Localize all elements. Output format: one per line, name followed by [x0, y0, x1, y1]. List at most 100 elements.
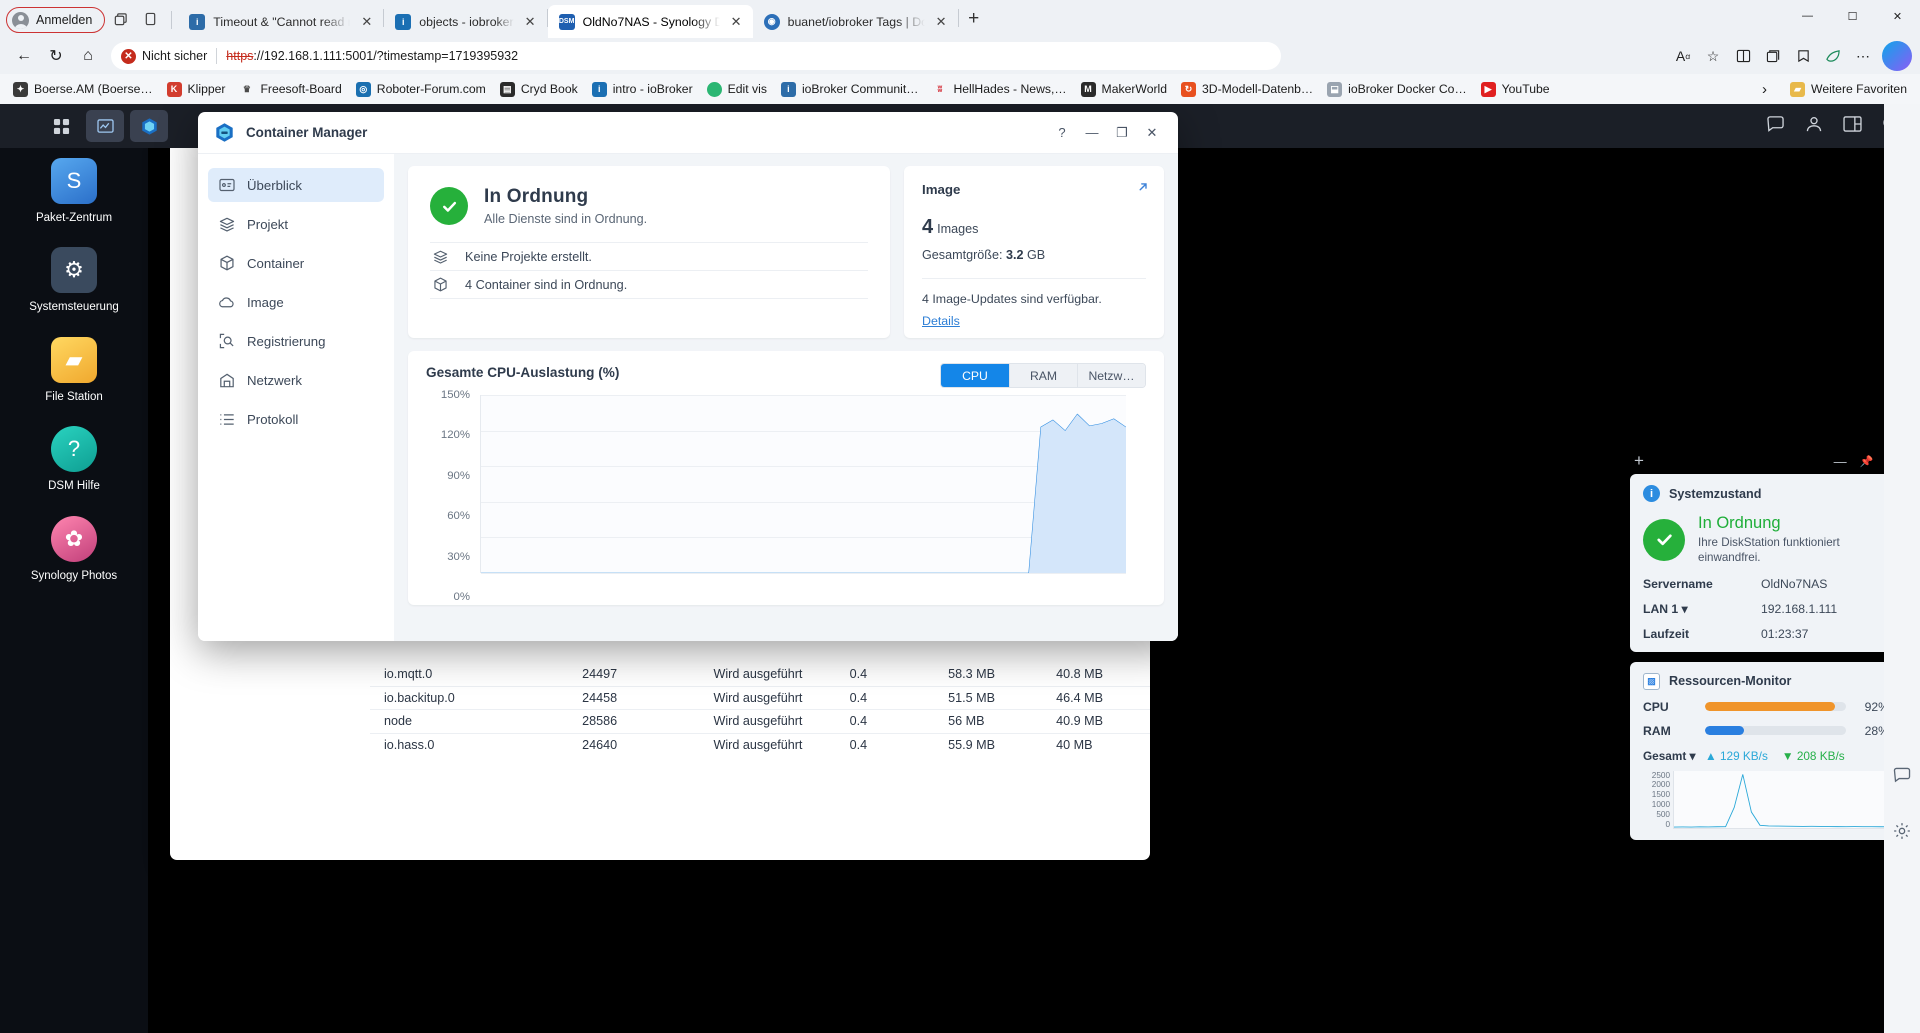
table-row[interactable]: io.backitup.0 24458 Wird ausgeführt 0.4 …	[370, 685, 1150, 710]
sidebar-item-protokoll[interactable]: Protokoll	[208, 402, 384, 436]
user-account-icon[interactable]	[1805, 115, 1823, 138]
favorites-icon[interactable]	[1788, 41, 1818, 71]
resource-monitor-widget: ▨ Ressourcen-Monitor CPU 92% RAM 28% Ges…	[1630, 661, 1902, 840]
bookmark-10[interactable]: ↻ 3D-Modell-Datenb…	[1174, 79, 1320, 100]
folder-icon: ▰	[1790, 81, 1806, 97]
taskbar-right-group	[1766, 104, 1900, 148]
container-manager-titlebar[interactable]: Container Manager ? — ❐ ✕	[198, 112, 1178, 154]
network-row: Gesamt ▾ ▲ 129 KB/s ▼ 208 KB/s	[1643, 749, 1889, 763]
network-total-label[interactable]: Gesamt ▾	[1643, 749, 1705, 763]
cell-name: node	[384, 714, 413, 729]
sidebar-item-projekt[interactable]: Projekt	[208, 207, 384, 241]
split-screen-icon[interactable]	[1728, 41, 1758, 71]
settings-gear-icon[interactable]	[1891, 820, 1913, 842]
copilot-icon[interactable]	[1882, 41, 1912, 71]
sign-in-button[interactable]: Anmelden	[6, 7, 106, 33]
bookmark-4[interactable]: ▤ Cryd Book	[493, 79, 585, 100]
cpu-progress-bar	[1705, 702, 1846, 712]
window-maximize-button[interactable]: ☐	[1830, 0, 1875, 32]
tab-title: OldNo7NAS - Synology DiskStati	[582, 14, 720, 29]
widgets-icon[interactable]	[1843, 115, 1862, 137]
bookmark-7[interactable]: i ioBroker Communit…	[774, 79, 926, 100]
desktop-icon-systemsteuerung[interactable]: ⚙ Systemsteuerung	[0, 247, 148, 314]
desktop-icon-paket-zentrum[interactable]: S Paket-Zentrum	[0, 158, 148, 225]
app-grid-icon[interactable]	[42, 110, 80, 142]
desktop-icon-synology-photos[interactable]: ✿ Synology Photos	[0, 515, 148, 583]
collections-icon[interactable]	[1758, 41, 1788, 71]
read-aloud-icon[interactable]: Aꭤ	[1668, 41, 1698, 71]
bookmark-2[interactable]: ♛ Freesoft-Board	[232, 79, 348, 100]
favorite-star-icon[interactable]: ☆	[1698, 41, 1728, 71]
taskbar-item-container-manager[interactable]	[130, 110, 168, 142]
help-button[interactable]: ?	[1048, 119, 1076, 147]
tab-cpu[interactable]: CPU	[941, 364, 1009, 387]
cell-mem1: 58.3 MB	[948, 666, 996, 681]
field-lan1[interactable]: LAN 1 ▾ 192.168.1.111	[1643, 602, 1889, 616]
bookmark-9[interactable]: M MakerWorld	[1074, 79, 1174, 100]
window-minimize-button[interactable]: —	[1785, 0, 1830, 32]
bookmark-0[interactable]: ✦ Boerse.AM (Boerse…	[6, 79, 160, 100]
browser-essentials-icon[interactable]	[1818, 41, 1848, 71]
desktop-icon-file-station[interactable]: ▰ File Station	[0, 336, 148, 404]
bookmark-3[interactable]: ◎ Roboter-Forum.com	[349, 79, 493, 100]
cell-mem1: 56 MB	[948, 714, 985, 729]
back-button[interactable]: ←	[8, 41, 40, 71]
minimize-button[interactable]: —	[1078, 119, 1106, 147]
table-row[interactable]: io.mqtt.0 24497 Wird ausgeführt 0.4 58.3…	[370, 662, 1150, 686]
bookmark-label: 3D-Modell-Datenb…	[1202, 82, 1314, 96]
sidebar-item-image[interactable]: Image	[208, 285, 384, 319]
address-bar[interactable]: ✕ Nicht sicher https://192.168.1.111:500…	[111, 42, 1281, 70]
close-icon[interactable]: ✕	[728, 13, 745, 30]
sidebar-item-container[interactable]: Container	[208, 246, 384, 280]
thingiverse-icon: ↻	[1181, 81, 1197, 97]
bookmark-8[interactable]: ʬ HellHades - News,…	[925, 79, 1073, 100]
browser-tab-3[interactable]: ◉ buanet/iobroker Tags | Docker H ✕	[753, 5, 958, 38]
container-manager-title: Container Manager	[246, 125, 368, 140]
vertical-tabs-icon[interactable]	[135, 5, 165, 33]
table-row[interactable]: node 28586 Wird ausgeführt 0.4 56 MB 40.…	[370, 709, 1150, 733]
taskbar-item-resource-monitor[interactable]	[86, 110, 124, 142]
close-icon[interactable]: ✕	[933, 13, 950, 30]
sidebar-item-label: Registrierung	[247, 333, 326, 349]
new-tab-button[interactable]: +	[959, 4, 989, 34]
other-favorites-folder[interactable]: ▰ Weitere Favoriten	[1783, 79, 1914, 100]
sidebar-item-registrierung[interactable]: Registrierung	[208, 324, 384, 358]
close-icon[interactable]: ✕	[522, 13, 539, 30]
add-widget-button[interactable]: +	[1634, 451, 1644, 471]
chat-widget-icon[interactable]	[1891, 764, 1913, 786]
notifications-icon[interactable]	[1766, 115, 1785, 137]
container-manager-window[interactable]: Container Manager ? — ❐ ✕ Überblick Proj…	[198, 112, 1178, 641]
tab-ram[interactable]: RAM	[1009, 364, 1077, 387]
browser-tab-1[interactable]: i objects - iobroker ✕	[384, 5, 546, 38]
sidebar-item-netzwerk[interactable]: Netzwerk	[208, 363, 384, 397]
window-close-button[interactable]: ✕	[1875, 0, 1920, 32]
desktop-icon-dsm-hilfe[interactable]: ? DSM Hilfe	[0, 426, 148, 493]
security-indicator[interactable]: ✕ Nicht sicher	[121, 48, 207, 64]
bookmark-1[interactable]: K Klipper	[160, 79, 233, 100]
bookmark-12[interactable]: ▶ YouTube	[1474, 79, 1557, 100]
bookmark-11[interactable]: ⬓ ioBroker Docker Co…	[1320, 79, 1474, 100]
mini-y-tick: 1500	[1651, 790, 1670, 800]
table-row[interactable]: io.hass.0 24640 Wird ausgeführt 0.4 55.9…	[370, 732, 1150, 757]
browser-tab-2[interactable]: DSM OldNo7NAS - Synology DiskStati ✕	[547, 5, 753, 38]
bookmark-6[interactable]: Edit vis	[700, 79, 774, 100]
bookmarks-overflow-button[interactable]: ›	[1754, 81, 1775, 98]
widget-pin-button[interactable]: 📌	[1860, 455, 1874, 468]
settings-more-icon[interactable]: ⋯	[1848, 41, 1878, 71]
close-button[interactable]: ✕	[1138, 119, 1166, 147]
image-count: 4	[922, 216, 934, 238]
tab-actions-icon[interactable]	[105, 5, 135, 33]
reload-button[interactable]: ↻	[40, 41, 72, 71]
sidebar-item-uberblick[interactable]: Überblick	[208, 168, 384, 202]
open-external-icon[interactable]	[1136, 180, 1150, 197]
maximize-button[interactable]: ❐	[1108, 119, 1136, 147]
close-icon[interactable]: ✕	[358, 13, 375, 30]
widget-minimize-button[interactable]: —	[1834, 454, 1847, 469]
mini-chart-canvas	[1673, 770, 1889, 829]
browser-tab-0[interactable]: i Timeout & "Cannot read reposit… ✕	[178, 5, 383, 38]
details-link[interactable]: Details	[922, 314, 1146, 328]
tab-netzwerk[interactable]: Netzw…	[1077, 364, 1145, 387]
bookmark-5[interactable]: i intro - ioBroker	[585, 79, 700, 100]
field-label: Laufzeit	[1643, 626, 1690, 641]
home-button[interactable]: ⌂	[72, 41, 104, 71]
